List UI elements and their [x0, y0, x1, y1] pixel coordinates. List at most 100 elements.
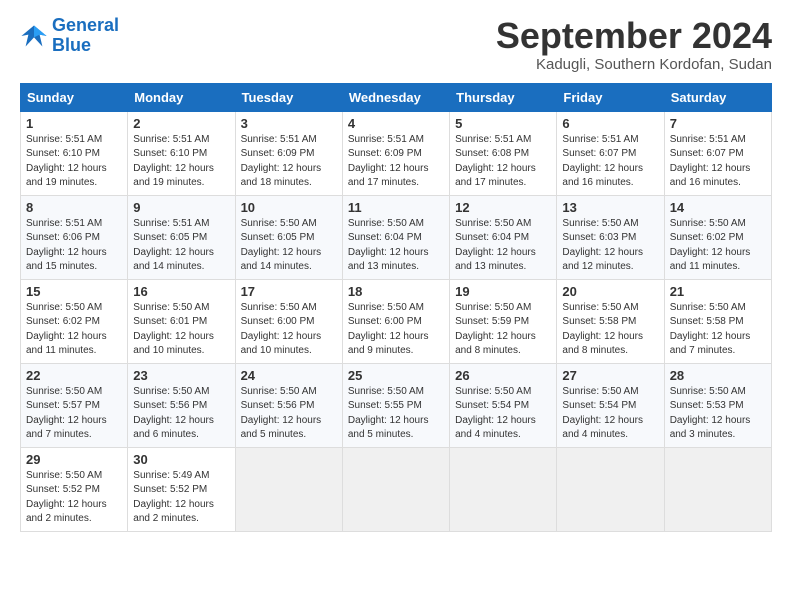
logo: General Blue — [20, 16, 119, 56]
week-row-5: 29 Sunrise: 5:50 AM Sunset: 5:52 PM Dayli… — [21, 447, 772, 531]
day-info: Sunrise: 5:50 AM Sunset: 5:53 PM Dayligh… — [670, 385, 766, 443]
day-number: 12 — [455, 200, 551, 215]
day-number: 8 — [26, 200, 122, 215]
day-number: 19 — [455, 284, 551, 299]
day-info: Sunrise: 5:50 AM Sunset: 6:04 PM Dayligh… — [348, 217, 444, 275]
logo-icon — [20, 22, 48, 50]
day-cell-1: 1Sunrise: 5:51 AM Sunset: 6:10 PM Daylig… — [21, 111, 128, 195]
day-cell-7: 7Sunrise: 5:51 AM Sunset: 6:07 PM Daylig… — [664, 111, 771, 195]
logo-text: General Blue — [52, 16, 119, 56]
weekday-header-saturday: Saturday — [664, 83, 771, 111]
day-cell-14: 14Sunrise: 5:50 AM Sunset: 6:02 PM Dayli… — [664, 195, 771, 279]
day-cell-16: 16 Sunrise: 5:50 AM Sunset: 6:01 PM Dayli… — [128, 279, 235, 363]
week-row-3: 15 Sunrise: 5:50 AM Sunset: 6:02 PM Dayli… — [21, 279, 772, 363]
day-info: Sunrise: 5:50 AM Sunset: 6:04 PM Dayligh… — [455, 217, 551, 275]
day-cell-26: 26Sunrise: 5:50 AM Sunset: 5:54 PM Dayli… — [450, 363, 557, 447]
day-info: Sunrise: 5:50 AM Sunset: 6:05 PM Dayligh… — [241, 217, 337, 275]
location-subtitle: Kadugli, Southern Kordofan, Sudan — [496, 56, 772, 73]
weekday-row: SundayMondayTuesdayWednesdayThursdayFrid… — [21, 83, 772, 111]
day-info: Sunrise: 5:51 AM Sunset: 6:07 PM Dayligh… — [670, 133, 766, 191]
day-cell-11: 11 Sunrise: 5:50 AM Sunset: 6:04 PM Dayli… — [342, 195, 449, 279]
day-number: 11 — [348, 200, 444, 215]
day-number: 18 — [348, 284, 444, 299]
day-info: Sunrise: 5:50 AM Sunset: 5:56 PM Dayligh… — [241, 385, 337, 443]
day-info: Sunrise: 5:49 AM Sunset: 5:52 PM Dayligh… — [133, 469, 229, 527]
day-cell-21: 21 Sunrise: 5:50 AM Sunset: 5:58 PM Dayli… — [664, 279, 771, 363]
empty-cell — [557, 447, 664, 531]
week-row-4: 22 Sunrise: 5:50 AM Sunset: 5:57 PM Dayli… — [21, 363, 772, 447]
day-cell-25: 25 Sunrise: 5:50 AM Sunset: 5:55 PM Dayli… — [342, 363, 449, 447]
day-info: Sunrise: 5:50 AM Sunset: 6:02 PM Dayligh… — [26, 301, 122, 359]
day-cell-20: 20Sunrise: 5:50 AM Sunset: 5:58 PM Dayli… — [557, 279, 664, 363]
day-number: 30 — [133, 452, 229, 467]
day-number: 17 — [241, 284, 337, 299]
empty-cell — [235, 447, 342, 531]
day-number: 14 — [670, 200, 766, 215]
week-row-1: 1Sunrise: 5:51 AM Sunset: 6:10 PM Daylig… — [21, 111, 772, 195]
day-cell-8: 8Sunrise: 5:51 AM Sunset: 6:06 PM Daylig… — [21, 195, 128, 279]
day-cell-15: 15 Sunrise: 5:50 AM Sunset: 6:02 PM Dayli… — [21, 279, 128, 363]
day-info: Sunrise: 5:51 AM Sunset: 6:07 PM Dayligh… — [562, 133, 658, 191]
day-info: Sunrise: 5:50 AM Sunset: 5:57 PM Dayligh… — [26, 385, 122, 443]
day-info: Sunrise: 5:50 AM Sunset: 6:00 PM Dayligh… — [241, 301, 337, 359]
day-number: 22 — [26, 368, 122, 383]
day-info: Sunrise: 5:50 AM Sunset: 6:03 PM Dayligh… — [562, 217, 658, 275]
day-info: Sunrise: 5:50 AM Sunset: 5:52 PM Dayligh… — [26, 469, 122, 527]
day-cell-24: 24Sunrise: 5:50 AM Sunset: 5:56 PM Dayli… — [235, 363, 342, 447]
day-info: Sunrise: 5:50 AM Sunset: 5:55 PM Dayligh… — [348, 385, 444, 443]
day-number: 13 — [562, 200, 658, 215]
day-number: 21 — [670, 284, 766, 299]
day-cell-12: 12 Sunrise: 5:50 AM Sunset: 6:04 PM Dayli… — [450, 195, 557, 279]
day-number: 5 — [455, 116, 551, 131]
day-cell-3: 3 Sunrise: 5:51 AM Sunset: 6:09 PM Daylig… — [235, 111, 342, 195]
day-info: Sunrise: 5:51 AM Sunset: 6:09 PM Dayligh… — [241, 133, 337, 191]
day-number: 10 — [241, 200, 337, 215]
day-info: Sunrise: 5:50 AM Sunset: 5:54 PM Dayligh… — [455, 385, 551, 443]
day-number: 6 — [562, 116, 658, 131]
day-cell-29: 29 Sunrise: 5:50 AM Sunset: 5:52 PM Dayli… — [21, 447, 128, 531]
day-number: 25 — [348, 368, 444, 383]
day-number: 27 — [562, 368, 658, 383]
day-number: 29 — [26, 452, 122, 467]
empty-cell — [664, 447, 771, 531]
weekday-header-tuesday: Tuesday — [235, 83, 342, 111]
day-info: Sunrise: 5:51 AM Sunset: 6:09 PM Dayligh… — [348, 133, 444, 191]
day-info: Sunrise: 5:50 AM Sunset: 6:01 PM Dayligh… — [133, 301, 229, 359]
day-cell-22: 22 Sunrise: 5:50 AM Sunset: 5:57 PM Dayli… — [21, 363, 128, 447]
calendar-body: 1Sunrise: 5:51 AM Sunset: 6:10 PM Daylig… — [21, 111, 772, 531]
day-number: 16 — [133, 284, 229, 299]
day-info: Sunrise: 5:51 AM Sunset: 6:08 PM Dayligh… — [455, 133, 551, 191]
month-title: September 2024 — [496, 16, 772, 56]
day-cell-30: 30 Sunrise: 5:49 AM Sunset: 5:52 PM Dayli… — [128, 447, 235, 531]
day-number: 3 — [241, 116, 337, 131]
day-info: Sunrise: 5:50 AM Sunset: 5:58 PM Dayligh… — [670, 301, 766, 359]
day-number: 20 — [562, 284, 658, 299]
day-cell-4: 4 Sunrise: 5:51 AM Sunset: 6:09 PM Daylig… — [342, 111, 449, 195]
day-info: Sunrise: 5:50 AM Sunset: 5:56 PM Dayligh… — [133, 385, 229, 443]
logo-line2: Blue — [52, 35, 91, 55]
day-cell-23: 23 Sunrise: 5:50 AM Sunset: 5:56 PM Dayli… — [128, 363, 235, 447]
day-cell-27: 27 Sunrise: 5:50 AM Sunset: 5:54 PM Dayli… — [557, 363, 664, 447]
weekday-header-wednesday: Wednesday — [342, 83, 449, 111]
week-row-2: 8Sunrise: 5:51 AM Sunset: 6:06 PM Daylig… — [21, 195, 772, 279]
day-number: 15 — [26, 284, 122, 299]
day-number: 23 — [133, 368, 229, 383]
day-cell-19: 19Sunrise: 5:50 AM Sunset: 5:59 PM Dayli… — [450, 279, 557, 363]
weekday-header-monday: Monday — [128, 83, 235, 111]
day-cell-17: 17 Sunrise: 5:50 AM Sunset: 6:00 PM Dayli… — [235, 279, 342, 363]
weekday-header-sunday: Sunday — [21, 83, 128, 111]
day-number: 2 — [133, 116, 229, 131]
logo-line1: General — [52, 15, 119, 35]
day-cell-28: 28Sunrise: 5:50 AM Sunset: 5:53 PM Dayli… — [664, 363, 771, 447]
day-info: Sunrise: 5:50 AM Sunset: 5:54 PM Dayligh… — [562, 385, 658, 443]
day-cell-5: 5 Sunrise: 5:51 AM Sunset: 6:08 PM Daylig… — [450, 111, 557, 195]
header: General Blue September 2024 Kadugli, Sou… — [20, 16, 772, 73]
day-cell-10: 10 Sunrise: 5:50 AM Sunset: 6:05 PM Dayli… — [235, 195, 342, 279]
calendar-table: SundayMondayTuesdayWednesdayThursdayFrid… — [20, 83, 772, 532]
day-cell-18: 18Sunrise: 5:50 AM Sunset: 6:00 PM Dayli… — [342, 279, 449, 363]
empty-cell — [450, 447, 557, 531]
day-number: 4 — [348, 116, 444, 131]
day-info: Sunrise: 5:51 AM Sunset: 6:10 PM Dayligh… — [26, 133, 122, 191]
day-info: Sunrise: 5:51 AM Sunset: 6:10 PM Dayligh… — [133, 133, 229, 191]
weekday-header-thursday: Thursday — [450, 83, 557, 111]
